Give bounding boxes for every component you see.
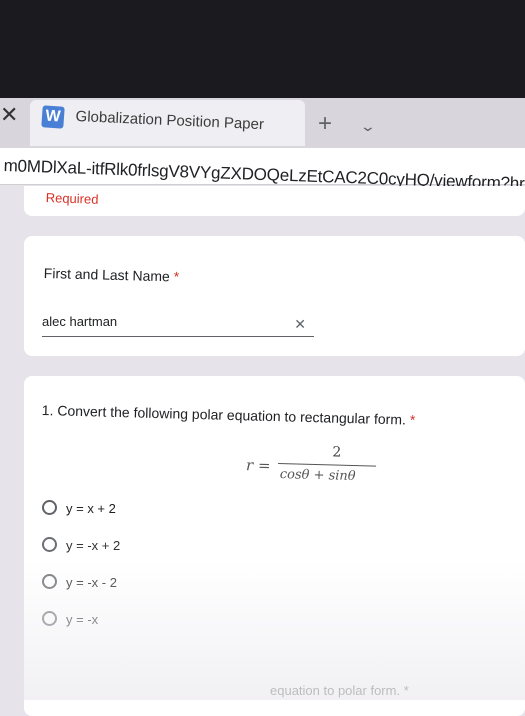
fraction-bar xyxy=(278,463,377,467)
name-input[interactable]: alec hartman ✕ xyxy=(42,310,314,337)
equation-numerator: 2 xyxy=(332,444,342,461)
new-tab-icon[interactable]: + xyxy=(318,112,332,136)
radio-label: y = -x - 2 xyxy=(66,575,117,590)
radio-circle[interactable] xyxy=(42,537,57,552)
radio-circle[interactable] xyxy=(42,574,57,589)
radio-circle[interactable] xyxy=(42,500,57,515)
form-header-card xyxy=(24,186,525,216)
name-question-card xyxy=(24,236,525,356)
radio-label: y = -x xyxy=(66,612,99,627)
name-input-value: alec hartman xyxy=(42,314,118,329)
required-asterisk: * xyxy=(409,411,416,428)
docs-favicon-icon: W xyxy=(41,105,65,129)
question2-label-partial: equation to polar form. * xyxy=(270,683,409,698)
radio-circle[interactable] xyxy=(42,611,57,626)
required-note: Required xyxy=(45,190,99,207)
equation-lhs: r = xyxy=(245,456,271,475)
clear-icon[interactable]: ✕ xyxy=(294,316,306,333)
equation-denominator: cosθ + sinθ xyxy=(279,467,356,485)
screen-bezel xyxy=(0,0,525,98)
radio-label: y = -x + 2 xyxy=(66,538,121,553)
close-tab-icon[interactable]: ✕ xyxy=(0,104,18,126)
polar-equation: r = 2 cosθ + sinθ xyxy=(245,442,386,494)
radio-label: y = x + 2 xyxy=(66,501,116,516)
name-question-text: First and Last Name xyxy=(43,265,171,285)
required-asterisk: * xyxy=(173,268,180,285)
tab-dropdown-icon[interactable]: ⌄ xyxy=(360,118,376,135)
